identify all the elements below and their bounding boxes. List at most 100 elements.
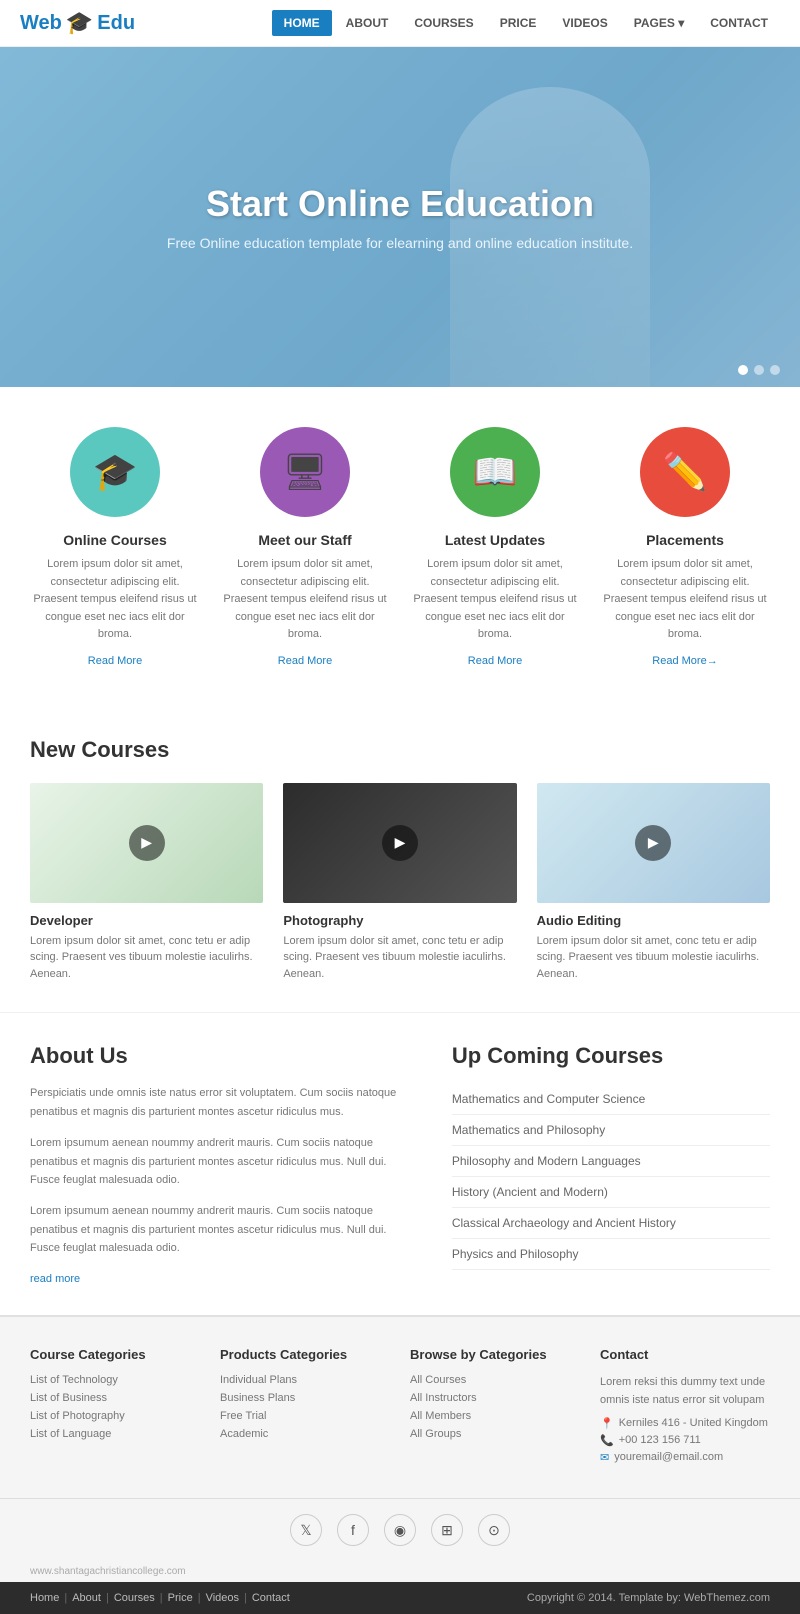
play-button-0[interactable]: ▶	[129, 825, 165, 861]
upcoming-item-1[interactable]: Mathematics and Philosophy	[452, 1115, 770, 1146]
upcoming-col: Up Coming Courses Mathematics and Comput…	[452, 1043, 770, 1285]
nav-item-home[interactable]: HOME	[272, 10, 332, 36]
footer-sep-1: |	[64, 1592, 67, 1604]
footer-link-1-1[interactable]: Business Plans	[220, 1392, 390, 1404]
upcoming-item-3[interactable]: History (Ancient and Modern)	[452, 1177, 770, 1208]
footer-bottom-link-5[interactable]: Contact	[252, 1592, 290, 1604]
upcoming-item-0[interactable]: Mathematics and Computer Science	[452, 1084, 770, 1115]
facebook-icon[interactable]: f	[337, 1514, 369, 1546]
new-courses-section: New Courses ▶ Developer Lorem ipsum dolo…	[0, 707, 800, 1013]
footer-bottom-link-4[interactable]: Videos	[206, 1592, 239, 1604]
feature-2: 📖 Latest Updates Lorem ipsum dolor sit a…	[410, 427, 580, 667]
footer-link-0-3[interactable]: List of Language	[30, 1428, 200, 1440]
footer-sep-5: |	[244, 1592, 247, 1604]
footer-link-1-2[interactable]: Free Trial	[220, 1410, 390, 1422]
footer-col-title-1: Products Categories	[220, 1347, 390, 1362]
logo[interactable]: Web 🎓 Edu	[20, 10, 135, 36]
footer-bottom-link-3[interactable]: Price	[168, 1592, 193, 1604]
footer-link-1-3[interactable]: Academic	[220, 1428, 390, 1440]
nav-item-pages[interactable]: PAGES ▾	[622, 10, 696, 36]
navbar: Web 🎓 Edu HOMEABOUTCOURSESPRICEVIDEOSPAG…	[0, 0, 800, 47]
course-card-1: ▶ Photography Lorem ipsum dolor sit amet…	[283, 783, 516, 983]
footer-copyright: Copyright © 2014. Template by: WebThemez…	[527, 1592, 770, 1604]
read-more-link[interactable]: read more	[30, 1273, 80, 1285]
feature-icon-2: 📖	[450, 427, 540, 517]
course-thumb-1[interactable]: ▶	[283, 783, 516, 903]
dribbble-icon[interactable]: ◉	[384, 1514, 416, 1546]
feature-title-3: Placements	[600, 532, 770, 548]
feature-text-3: Lorem ipsum dolor sit amet, consectetur …	[600, 556, 770, 644]
footer-col-title-2: Browse by Categories	[410, 1347, 580, 1362]
feature-link-3[interactable]: Read More→	[652, 655, 717, 667]
hero-section: Start Online Education Free Online educa…	[0, 47, 800, 387]
feature-link-1[interactable]: Read More	[278, 655, 332, 667]
nav-item-videos[interactable]: VIDEOS	[550, 10, 619, 36]
feature-title-0: Online Courses	[30, 532, 200, 548]
course-card-2: ▶ Audio Editing Lorem ipsum dolor sit am…	[537, 783, 770, 983]
course-title-2: Audio Editing	[537, 913, 770, 928]
course-title-1: Photography	[283, 913, 516, 928]
nav-item-price[interactable]: PRICE	[488, 10, 549, 36]
feature-title-1: Meet our Staff	[220, 532, 390, 548]
nav-item-courses[interactable]: COURSES	[402, 10, 485, 36]
footer-link-1-0[interactable]: Individual Plans	[220, 1374, 390, 1386]
feature-link-0[interactable]: Read More	[88, 655, 142, 667]
location-icon: 📍	[600, 1417, 614, 1430]
upcoming-item-4[interactable]: Classical Archaeology and Ancient Histor…	[452, 1208, 770, 1239]
nav-item-contact[interactable]: CONTACT	[698, 10, 780, 36]
course-thumb-2[interactable]: ▶	[537, 783, 770, 903]
feature-icon-3: ✏️	[640, 427, 730, 517]
footer-link-0-2[interactable]: List of Photography	[30, 1410, 200, 1422]
footer-col-title-3: Contact	[600, 1347, 770, 1362]
flickr-icon[interactable]: ⊞	[431, 1514, 463, 1546]
twitter-icon[interactable]: 𝕏	[290, 1514, 322, 1546]
new-courses-title: New Courses	[30, 737, 770, 763]
course-text-1: Lorem ipsum dolor sit amet, conc tetu er…	[283, 933, 516, 983]
footer-col-2: Browse by Categories All Courses All Instr…	[410, 1347, 580, 1468]
course-card-0: ▶ Developer Lorem ipsum dolor sit amet, …	[30, 783, 263, 983]
about-title: About Us	[30, 1043, 412, 1069]
feature-title-2: Latest Updates	[410, 532, 580, 548]
upcoming-item-5[interactable]: Physics and Philosophy	[452, 1239, 770, 1270]
about-para-2: Lorem ipsumum aenean noummy andrerit mau…	[30, 1134, 412, 1190]
footer-bottom: Home|About|Courses|Price|Videos|Contact …	[0, 1582, 800, 1614]
feature-0: 🎓 Online Courses Lorem ipsum dolor sit a…	[30, 427, 200, 667]
dot-3[interactable]	[770, 365, 780, 375]
footer-top: Course Categories List of Technology List …	[0, 1315, 800, 1498]
courses-grid: ▶ Developer Lorem ipsum dolor sit amet, …	[30, 783, 770, 983]
github-icon[interactable]: ⊙	[478, 1514, 510, 1546]
footer-link-0-1[interactable]: List of Business	[30, 1392, 200, 1404]
nav-item-about[interactable]: ABOUT	[334, 10, 401, 36]
play-button-2[interactable]: ▶	[635, 825, 671, 861]
footer-sep-3: |	[160, 1592, 163, 1604]
dot-1[interactable]	[738, 365, 748, 375]
footer-link-0-0[interactable]: List of Technology	[30, 1374, 200, 1386]
footer-sep-2: |	[106, 1592, 109, 1604]
upcoming-list: Mathematics and Computer ScienceMathemat…	[452, 1084, 770, 1270]
footer-phone: 📞+00 123 156 711	[600, 1434, 770, 1447]
footer-link-2-0[interactable]: All Courses	[410, 1374, 580, 1386]
feature-text-1: Lorem ipsum dolor sit amet, consectetur …	[220, 556, 390, 644]
upcoming-item-2[interactable]: Philosophy and Modern Languages	[452, 1146, 770, 1177]
phone-icon: 📞	[600, 1434, 614, 1447]
course-text-2: Lorem ipsum dolor sit amet, conc tetu er…	[537, 933, 770, 983]
about-col: About Us Perspiciatis unde omnis iste na…	[30, 1043, 412, 1285]
upcoming-title: Up Coming Courses	[452, 1043, 770, 1069]
footer-link-2-3[interactable]: All Groups	[410, 1428, 580, 1440]
footer-bottom-link-2[interactable]: Courses	[114, 1592, 155, 1604]
course-thumb-0[interactable]: ▶	[30, 783, 263, 903]
dot-2[interactable]	[754, 365, 764, 375]
footer-link-2-1[interactable]: All Instructors	[410, 1392, 580, 1404]
email-icon: ✉	[600, 1451, 609, 1464]
footer-bottom-link-0[interactable]: Home	[30, 1592, 59, 1604]
footer-bottom-link-1[interactable]: About	[72, 1592, 101, 1604]
logo-icon: 🎓	[66, 10, 93, 36]
footer-contact-text: Lorem reksi this dummy text unde omnis i…	[600, 1374, 770, 1409]
footer-sep-4: |	[198, 1592, 201, 1604]
play-button-1[interactable]: ▶	[382, 825, 418, 861]
footer-link-2-2[interactable]: All Members	[410, 1410, 580, 1422]
logo-text-edu: Edu	[97, 12, 135, 35]
hero-title: Start Online Education	[167, 183, 633, 225]
footer-col-title-0: Course Categories	[30, 1347, 200, 1362]
feature-link-2[interactable]: Read More	[468, 655, 522, 667]
